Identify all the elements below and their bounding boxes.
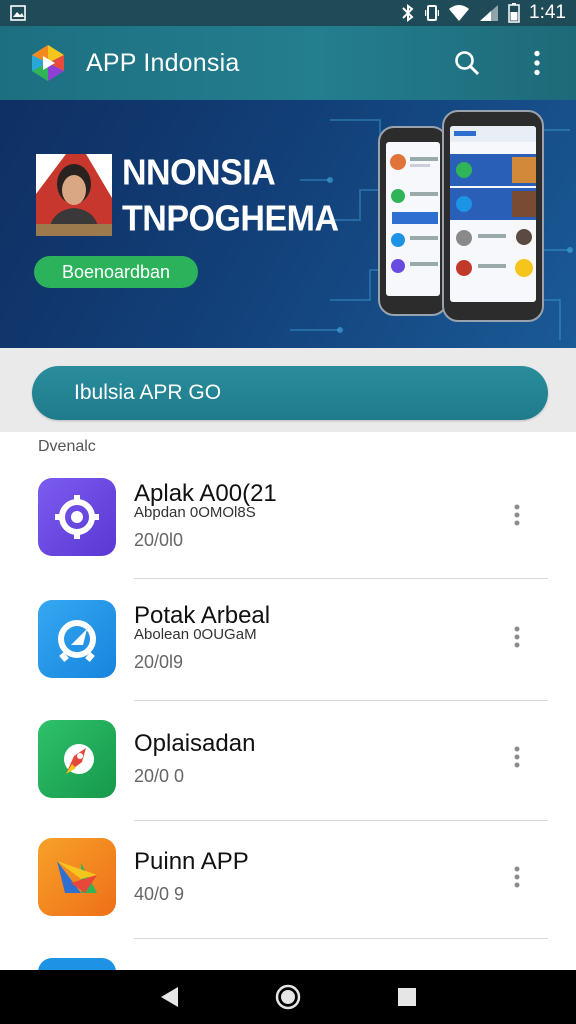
system-nav-bar (0, 970, 576, 1024)
app-subtitle: Abolean 0OUGaM (134, 626, 257, 643)
app-date: 20/0 0 (134, 766, 185, 786)
search-input[interactable]: Ibulsia APR GO (32, 366, 548, 420)
bluetooth-icon (402, 4, 414, 22)
blue-compass-icon (58, 620, 96, 662)
status-bar: 1:41 (0, 0, 576, 26)
list-divider (134, 578, 548, 579)
vibrate-icon (425, 5, 440, 21)
phone-screen-content (450, 126, 536, 277)
green-rocket-icon (64, 744, 94, 774)
nav-recents-button[interactable] (387, 977, 427, 1017)
list-item[interactable]: Potak Arbeal Abolean 0OUGaM 20/0l9 (0, 580, 576, 701)
phone-mockup-back (378, 126, 448, 316)
status-time: 1:41 (529, 2, 566, 23)
app-icon-4 (38, 838, 116, 916)
item-more-button[interactable] (506, 500, 528, 530)
cell-signal-icon (480, 5, 499, 21)
list-item[interactable]: Oplaisadan 20/0 0 (0, 700, 576, 821)
item-more-button[interactable] (506, 622, 528, 652)
app-name: Puinn APP (134, 848, 249, 875)
nav-back-button[interactable] (149, 977, 189, 1017)
home-circle-icon (275, 984, 301, 1010)
back-triangle-icon (161, 987, 179, 1007)
banner-title: NNONSIA TNPOGHEMA (122, 150, 339, 242)
wifi-icon (449, 5, 470, 21)
list-item[interactable]: Aplak A00(21 Abpdan 0OMOl8S 20/0l0 (0, 458, 576, 579)
orange-arrow-icon (57, 861, 97, 893)
app-icon-2 (38, 600, 116, 678)
banner-photo (36, 154, 112, 236)
app-date: 40/0 9 (134, 884, 185, 904)
more-vert-icon (514, 626, 520, 648)
app-name: Oplaisadan (134, 730, 256, 757)
nav-home-button[interactable] (268, 977, 308, 1017)
list-item[interactable]: Puinn APP 40/0 9 (0, 818, 576, 939)
list-item-partial[interactable] (0, 940, 576, 970)
phone-screen-content (390, 154, 438, 273)
search-button[interactable] (452, 48, 482, 78)
app-icon-3 (38, 720, 116, 798)
more-vert-icon (514, 746, 520, 768)
app-icon-5 (38, 958, 116, 970)
more-vert-icon (534, 50, 540, 76)
banner-title-line2: TNPOGHEMA (122, 199, 339, 240)
app-subtitle: Abpdan 0OMOl8S (134, 504, 256, 521)
banner-title-line1: NNONSIA (122, 152, 276, 193)
app-date: 20/0l0 (134, 530, 184, 550)
section-label: Dvenalc (38, 438, 96, 455)
item-more-button[interactable] (506, 862, 528, 892)
more-vert-icon (514, 504, 520, 526)
gallery-notification-icon (10, 5, 26, 21)
search-icon (455, 51, 480, 76)
overflow-menu-button[interactable] (522, 48, 552, 78)
app-icon-1 (38, 478, 116, 556)
banner-cta-button[interactable]: Boenoardban (34, 256, 198, 288)
list-divider (134, 938, 548, 939)
search-area: Ibulsia APR GO (0, 348, 576, 432)
app-title: APP Indonsia (86, 48, 240, 77)
more-vert-icon (514, 866, 520, 888)
person-photo-icon (36, 154, 112, 236)
recents-square-icon (397, 988, 416, 1006)
phone-mockup-front (442, 110, 544, 322)
app-screen: 1:41 APP Indonsia NNONSIA TNPOGHEMA Boen… (0, 0, 576, 1024)
purple-gear-icon (55, 495, 99, 539)
app-date: 20/0l9 (134, 652, 184, 672)
app-logo-icon (32, 45, 64, 81)
promo-banner[interactable]: NNONSIA TNPOGHEMA Boenoardban (0, 100, 576, 348)
battery-icon (508, 3, 520, 23)
app-toolbar: APP Indonsia (0, 26, 576, 100)
item-more-button[interactable] (506, 742, 528, 772)
